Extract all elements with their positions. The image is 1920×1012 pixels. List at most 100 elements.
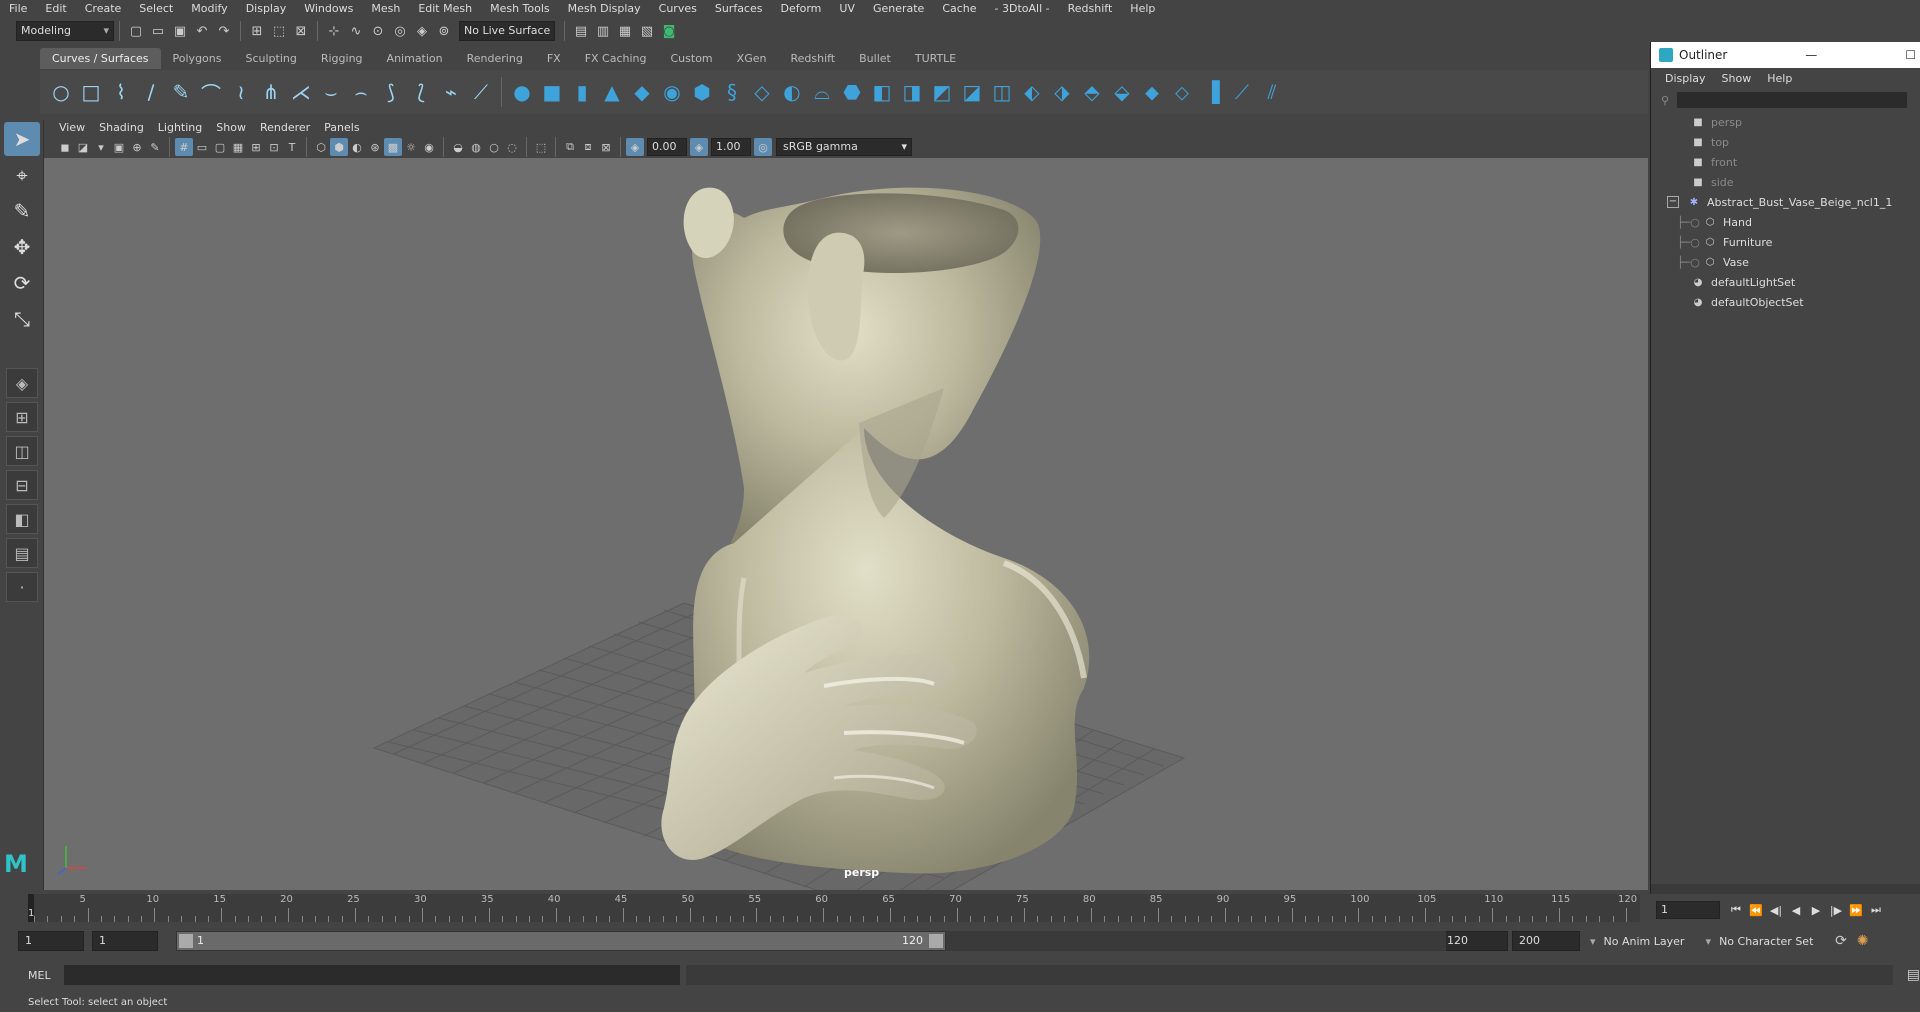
outliner-item[interactable]: ■ top (1651, 132, 1920, 152)
outliner-item[interactable]: ■ front (1651, 152, 1920, 172)
xray-icon[interactable]: ⧉ (561, 138, 579, 156)
insert-knot-icon[interactable]: ⌣ (316, 77, 346, 107)
command-input[interactable] (63, 965, 681, 985)
film-gate-icon[interactable]: ▭ (193, 138, 211, 156)
planar-icon[interactable]: ◇ (747, 77, 777, 107)
step-forward-key-icon[interactable]: ⏩ (1846, 904, 1866, 917)
offset-curve-icon[interactable]: ⟆ (376, 77, 406, 107)
revolve-icon[interactable]: ⬢ (687, 77, 717, 107)
ep-curve-icon[interactable]: ∕ (136, 77, 166, 107)
detach-surfaces-icon[interactable]: ⬘ (1077, 77, 1107, 107)
shelf-tab-rendering[interactable]: Rendering (455, 48, 535, 69)
bezier-curve-icon[interactable]: ≀ (226, 77, 256, 107)
wireframe-on-shaded-icon[interactable]: ⊛ (366, 138, 384, 156)
collapse-icon[interactable]: − (1667, 196, 1679, 208)
outliner-item[interactable]: ■ persp (1651, 112, 1920, 132)
graph-layout-icon[interactable]: ▤ (6, 538, 38, 568)
extend-curve-icon[interactable]: ⌢ (346, 77, 376, 107)
outliner-search-input[interactable] (1677, 92, 1908, 108)
shelf-tab-curves-surfaces[interactable]: Curves / Surfaces (40, 48, 161, 69)
rotate-tool-icon[interactable]: ⟳ (4, 266, 40, 300)
pencil-curve-icon[interactable]: ✎ (166, 77, 196, 107)
xray-components-icon[interactable]: ⊠ (597, 138, 615, 156)
resolution-gate-icon[interactable]: ▢ (211, 138, 229, 156)
outliner-item[interactable]: ├─○ ⬡ Furniture (1651, 232, 1920, 252)
character-set-label[interactable]: No Character Set (1719, 935, 1831, 948)
live-surface-field[interactable]: No Live Surface (459, 21, 555, 41)
outliner-item[interactable]: ├─○ ⬡ Hand (1651, 212, 1920, 232)
outliner-scrollbar[interactable] (1651, 884, 1920, 894)
outliner-menu-show[interactable]: Show (1714, 72, 1760, 85)
play-backward-icon[interactable]: ◀ (1786, 904, 1806, 917)
menu-cache[interactable]: Cache (933, 0, 985, 18)
wireframe-icon[interactable]: ⬡ (312, 138, 330, 156)
outliner-menu-help[interactable]: Help (1759, 72, 1800, 85)
nurbs-cylinder-icon[interactable]: ▮ (567, 77, 597, 107)
menu-select[interactable]: Select (130, 0, 182, 18)
camera-attributes-icon[interactable]: ◪ (74, 138, 92, 156)
boundary-icon[interactable]: ⬣ (837, 77, 867, 107)
stacked-layout-icon[interactable]: ⊟ (6, 470, 38, 500)
time-ruler[interactable]: 5 10 15 20 25 30 35 40 45 50 55 60 65 70 75 80 85 90 95 100… (28, 894, 1640, 922)
menu-generate[interactable]: Generate (864, 0, 933, 18)
menu-help[interactable]: Help (1121, 0, 1164, 18)
render-view-icon[interactable]: ▤ (570, 21, 592, 41)
nurbs-torus-icon[interactable]: ◉ (657, 77, 687, 107)
menu-deform[interactable]: Deform (771, 0, 830, 18)
xray-joints-icon[interactable]: ⧈ (579, 138, 597, 156)
snap-live-icon[interactable]: ⊚ (433, 21, 455, 41)
chevron-down-icon[interactable]: ▾ (1706, 935, 1712, 948)
shelf-tab-bullet[interactable]: Bullet (847, 48, 903, 69)
untrim-icon[interactable]: ⬖ (1017, 77, 1047, 107)
four-pane-layout-icon[interactable]: ⊞ (6, 402, 38, 432)
extrude-icon[interactable]: ◐ (777, 77, 807, 107)
paint-select-icon[interactable]: ✎ (4, 194, 40, 228)
render-settings-icon[interactable]: ▧ (636, 21, 658, 41)
auto-key-icon[interactable]: ⟳ (1835, 933, 1847, 949)
menu-modify[interactable]: Modify (182, 0, 236, 18)
motion-blur-icon[interactable]: ◍ (467, 138, 485, 156)
project-curve-icon[interactable]: ◪ (957, 77, 987, 107)
panel-menu-lighting[interactable]: Lighting (151, 121, 209, 134)
shelf-tab-fx[interactable]: FX (535, 48, 573, 69)
playback-end-field[interactable]: 120 (1440, 931, 1508, 951)
select-hierarchy-icon[interactable]: ⊞ (246, 21, 268, 41)
single-pane-layout-icon[interactable]: ◈ (6, 368, 38, 398)
render-frame-icon[interactable]: ▥ (592, 21, 614, 41)
outliner-item[interactable]: ├─○ ⬡ Vase (1651, 252, 1920, 272)
attach-curves-icon[interactable]: ⋔ (256, 77, 286, 107)
menu-create[interactable]: Create (76, 0, 131, 18)
panel-menu-panels[interactable]: Panels (317, 121, 366, 134)
depth-of-field-icon[interactable]: ◌ (503, 138, 521, 156)
use-all-lights-icon[interactable]: ☼ (402, 138, 420, 156)
bookmark-icon[interactable]: ▾ (92, 138, 110, 156)
ipr-render-icon[interactable]: ▦ (614, 21, 636, 41)
current-frame-marker[interactable]: 1 (28, 894, 34, 922)
extend-surface-icon[interactable]: ⬦ (1167, 77, 1197, 107)
2d-pan-zoom-icon[interactable]: ⊕ (128, 138, 146, 156)
detach-curves-icon[interactable]: ⋌ (286, 77, 316, 107)
snap-curve-icon[interactable]: ∿ (345, 21, 367, 41)
new-scene-icon[interactable]: ▢ (125, 21, 147, 41)
menu-redshift[interactable]: Redshift (1059, 0, 1122, 18)
surface-editing-icon[interactable]: ⫽ (1257, 77, 1287, 107)
bevel-plus-icon[interactable]: ◨ (897, 77, 927, 107)
range-slider[interactable]: 1 120 (176, 931, 946, 951)
side-by-side-layout-icon[interactable]: ◫ (6, 436, 38, 466)
shelf-tab-turtle[interactable]: TURTLE (903, 48, 968, 69)
nurbs-circle-icon[interactable]: ○ (46, 77, 76, 107)
step-back-frame-icon[interactable]: ◀| (1766, 904, 1786, 917)
menu-3dtoall[interactable]: - 3DtoAll - (986, 0, 1059, 18)
camera-select-icon[interactable]: ◼ (56, 138, 74, 156)
menu-file[interactable]: File (0, 0, 36, 18)
move-tool-icon[interactable]: ✥ (4, 230, 40, 264)
gate-mask-icon[interactable]: ▦ (229, 138, 247, 156)
color-management-icon[interactable]: ◎ (754, 138, 772, 156)
menu-mesh-tools[interactable]: Mesh Tools (481, 0, 559, 18)
loft-icon[interactable]: § (717, 77, 747, 107)
nurbs-cube-icon[interactable]: ■ (537, 77, 567, 107)
anim-layer-label[interactable]: No Anim Layer (1604, 935, 1704, 948)
square-surface-icon[interactable]: ◧ (867, 77, 897, 107)
nurbs-square-icon[interactable]: □ (76, 77, 106, 107)
redo-icon[interactable]: ↷ (213, 21, 235, 41)
